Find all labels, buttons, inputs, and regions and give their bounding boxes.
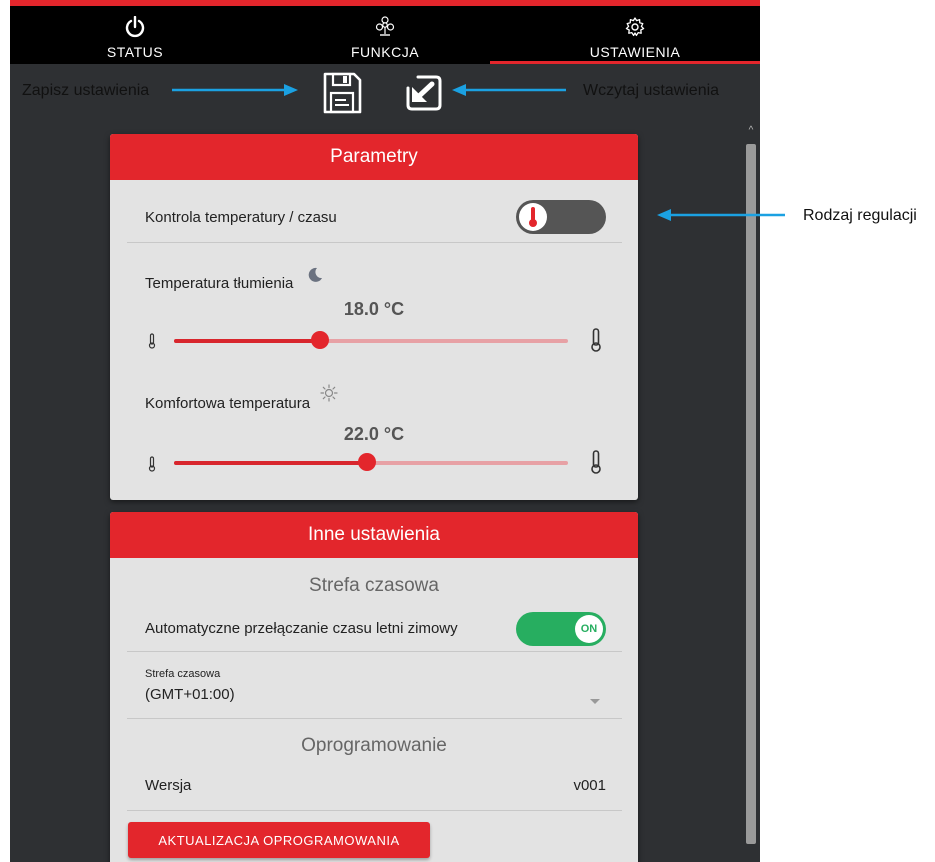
parametry-title: Parametry bbox=[110, 134, 638, 180]
comfort-temp-label: Komfortowa temperatura bbox=[145, 384, 338, 412]
toggle-knob bbox=[519, 203, 547, 231]
gear-icon bbox=[624, 16, 646, 43]
slider-thumb[interactable] bbox=[358, 453, 377, 471]
app-window: STATUS FUNKCJA USTAWIENIA ^ Parametry Ko… bbox=[10, 0, 760, 862]
version-value: v001 bbox=[573, 777, 606, 794]
annotation-regulation: Rodzaj regulacji bbox=[803, 207, 917, 224]
damping-temp-slider[interactable] bbox=[174, 331, 568, 349]
slider-fill bbox=[174, 339, 320, 343]
top-nav: STATUS FUNKCJA USTAWIENIA bbox=[10, 6, 760, 64]
arrow-right-icon bbox=[172, 84, 298, 96]
toggle-knob-on: ON bbox=[575, 615, 603, 643]
annotation-load: Wczytaj ustawienia bbox=[583, 82, 720, 99]
moon-icon bbox=[306, 267, 324, 288]
damping-temp-label: Temperatura tłumienia bbox=[145, 267, 324, 292]
auto-dst-label: Automatyczne przełączanie czasu letni zi… bbox=[145, 620, 458, 637]
scrollbar-thumb[interactable] bbox=[746, 144, 756, 844]
slider-fill bbox=[174, 461, 368, 465]
firmware-section-title: Oprogramowanie bbox=[301, 735, 447, 756]
tab-status-label: STATUS bbox=[106, 44, 164, 60]
floppy-disk-icon bbox=[320, 72, 364, 120]
sun-icon bbox=[320, 384, 338, 406]
scrollbar[interactable]: ^ bbox=[743, 122, 759, 862]
scroll-up-arrow-icon[interactable]: ^ bbox=[743, 122, 759, 140]
power-icon bbox=[125, 15, 145, 43]
load-settings-button[interactable] bbox=[402, 70, 446, 116]
control-mode-label: Kontrola temperatury / czasu bbox=[145, 209, 337, 226]
thermometer-icon bbox=[519, 207, 547, 235]
tab-funkcja-label: FUNKCJA bbox=[350, 44, 420, 60]
timezone-section-title: Strefa czasowa bbox=[309, 575, 439, 596]
thermometer-low-icon bbox=[148, 333, 156, 354]
parametry-card: Parametry Kontrola temperatury / czasu T… bbox=[110, 134, 638, 500]
thermometer-low-icon bbox=[148, 456, 156, 477]
save-settings-button[interactable] bbox=[320, 70, 364, 116]
divider bbox=[127, 242, 622, 243]
thermometer-high-icon bbox=[590, 450, 602, 479]
timezone-select-value[interactable]: (GMT+01:00) bbox=[145, 686, 235, 703]
arrow-left-icon bbox=[452, 84, 566, 96]
tab-ustawienia[interactable]: USTAWIENIA bbox=[510, 6, 760, 64]
comfort-temp-slider[interactable] bbox=[174, 453, 568, 471]
fan-icon bbox=[374, 16, 396, 45]
arrow-left-icon bbox=[657, 209, 785, 221]
inne-title: Inne ustawienia bbox=[110, 512, 638, 558]
auto-dst-toggle[interactable]: ON bbox=[516, 612, 606, 646]
comfort-temp-value: 22.0 °C bbox=[343, 424, 405, 444]
divider bbox=[127, 810, 622, 811]
divider bbox=[127, 651, 622, 652]
thermometer-high-icon bbox=[590, 328, 602, 357]
load-arrow-icon bbox=[402, 75, 446, 120]
timezone-field-label: Strefa czasowa bbox=[145, 668, 221, 680]
slider-thumb[interactable] bbox=[310, 331, 329, 349]
annotation-save: Zapisz ustawienia bbox=[22, 82, 150, 99]
tab-funkcja[interactable]: FUNKCJA bbox=[260, 6, 510, 64]
tab-ustawienia-label: USTAWIENIA bbox=[589, 44, 681, 60]
damping-temp-value: 18.0 °C bbox=[343, 299, 405, 319]
chevron-down-icon[interactable] bbox=[590, 692, 600, 710]
divider bbox=[127, 718, 622, 719]
tab-status[interactable]: STATUS bbox=[10, 6, 260, 64]
firmware-update-button[interactable]: AKTUALIZACJA OPROGRAMOWANIA bbox=[128, 822, 430, 858]
inne-ustawienia-card: Inne ustawienia Strefa czasowa Automatyc… bbox=[110, 512, 638, 862]
version-label: Wersja bbox=[145, 777, 192, 794]
control-mode-toggle[interactable] bbox=[516, 200, 606, 234]
